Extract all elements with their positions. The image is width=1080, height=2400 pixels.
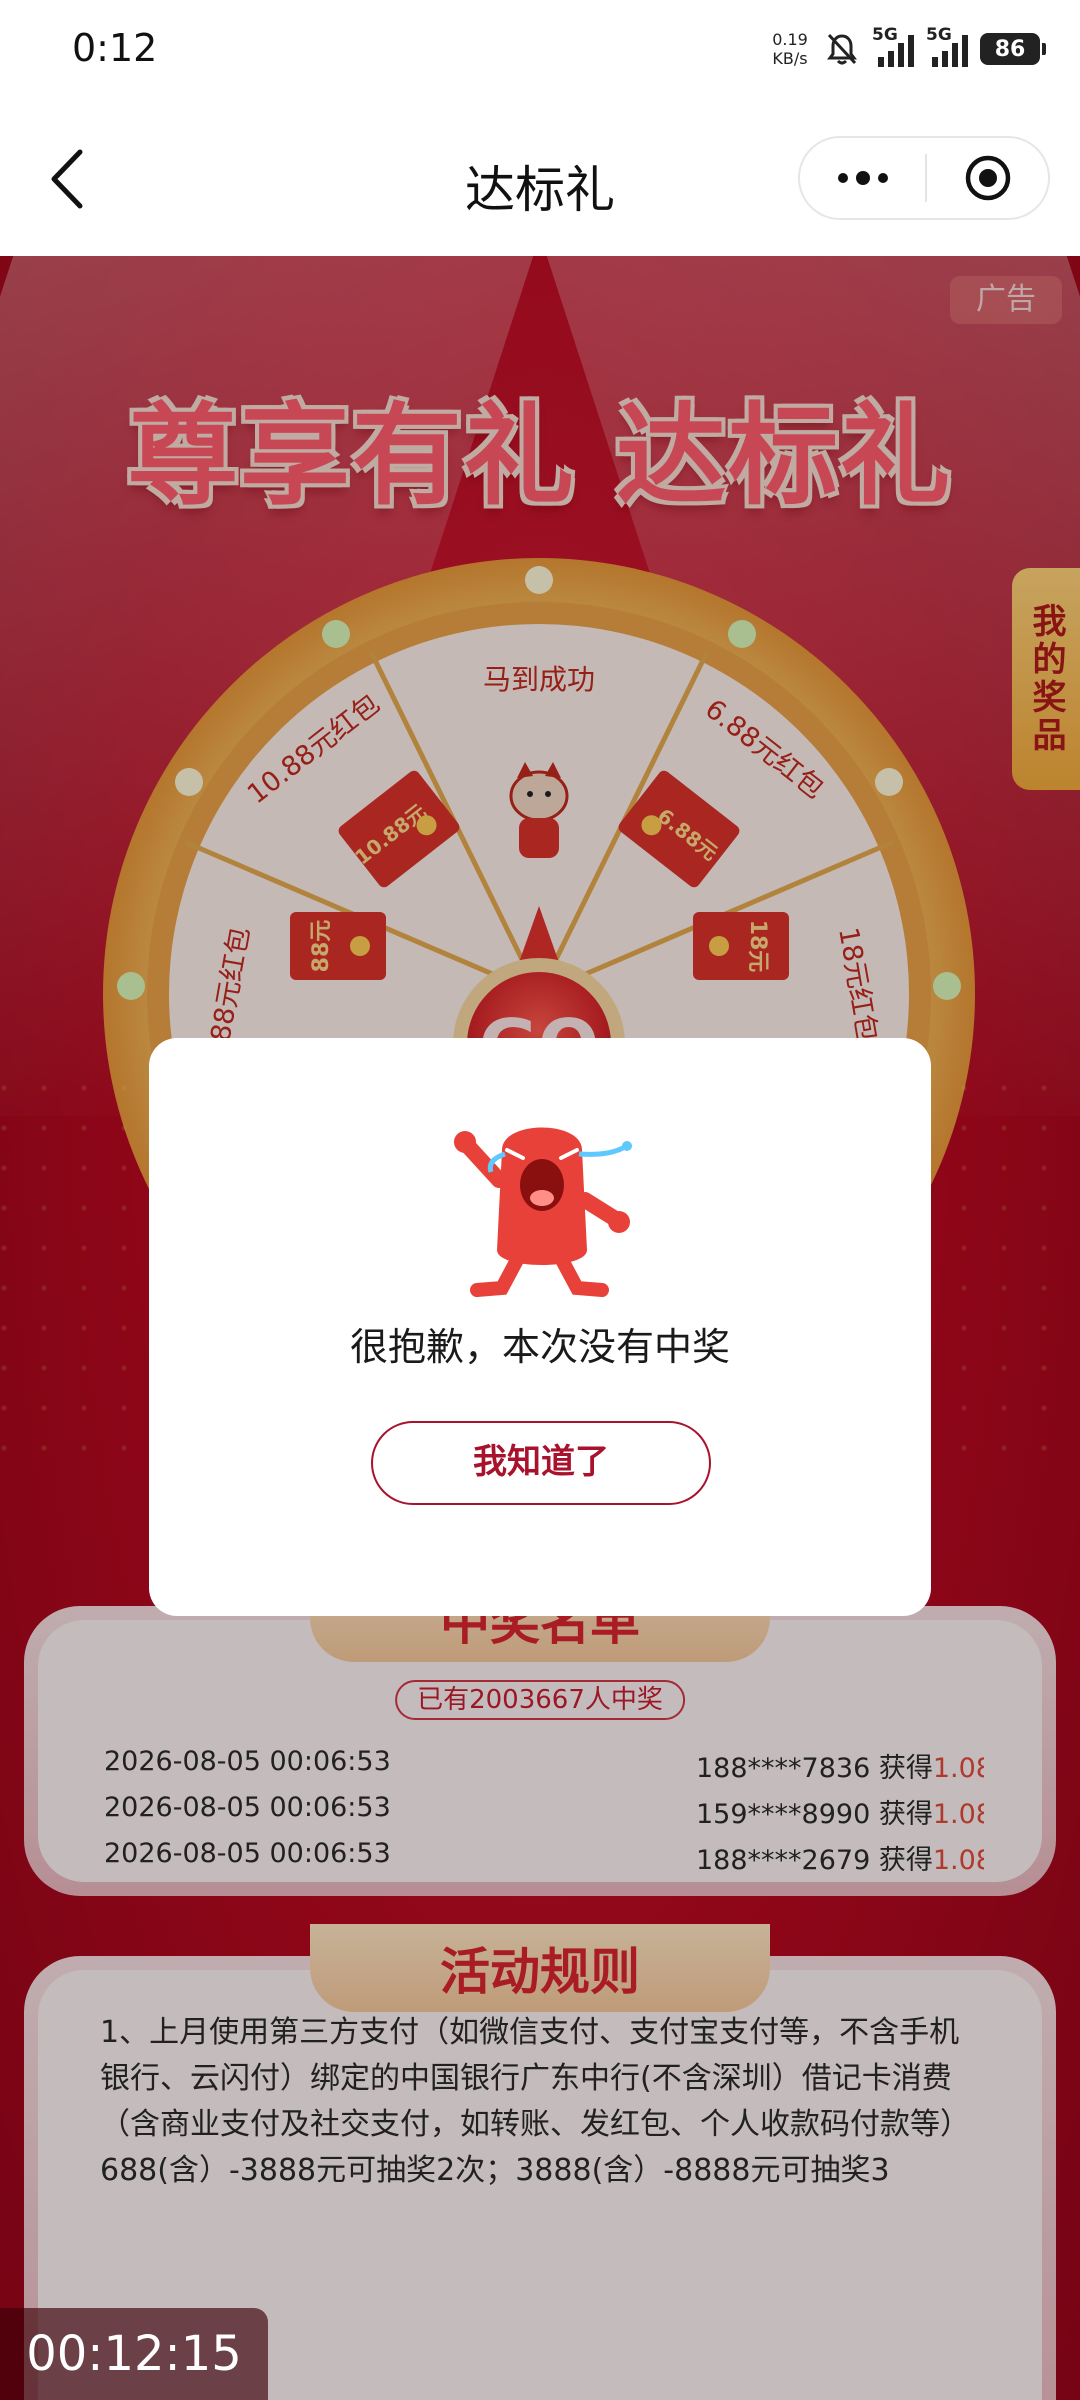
status-bar: 0:12 0.19 KB/s 5G 5G 86 xyxy=(0,0,1080,100)
nav-bar: 达标礼 xyxy=(0,100,1080,256)
network-speed: 0.19 KB/s xyxy=(772,30,808,68)
close-miniprogram-button[interactable] xyxy=(927,138,1048,218)
crying-mascot-icon xyxy=(454,1127,632,1297)
status-time: 0:12 xyxy=(72,26,158,70)
confirm-button[interactable]: 我知道了 xyxy=(371,1421,711,1505)
signal-icon-2: 5G xyxy=(926,25,968,67)
battery-icon: 86 xyxy=(980,33,1046,65)
more-dots-icon xyxy=(837,171,888,185)
target-close-icon xyxy=(965,155,1010,201)
signal-icon-1: 5G xyxy=(872,25,914,67)
screen-record-timer: 00:12:15 xyxy=(0,2308,268,2400)
result-dialog: 很抱歉，本次没有中奖 我知道了 xyxy=(149,1038,931,1616)
dialog-message: 很抱歉，本次没有中奖 xyxy=(349,1325,730,1369)
mini-program-capsule xyxy=(798,136,1050,220)
status-icons: 0.19 KB/s 5G 5G 86 xyxy=(768,25,1046,72)
mute-bell-icon xyxy=(827,33,857,65)
more-button[interactable] xyxy=(800,138,925,218)
